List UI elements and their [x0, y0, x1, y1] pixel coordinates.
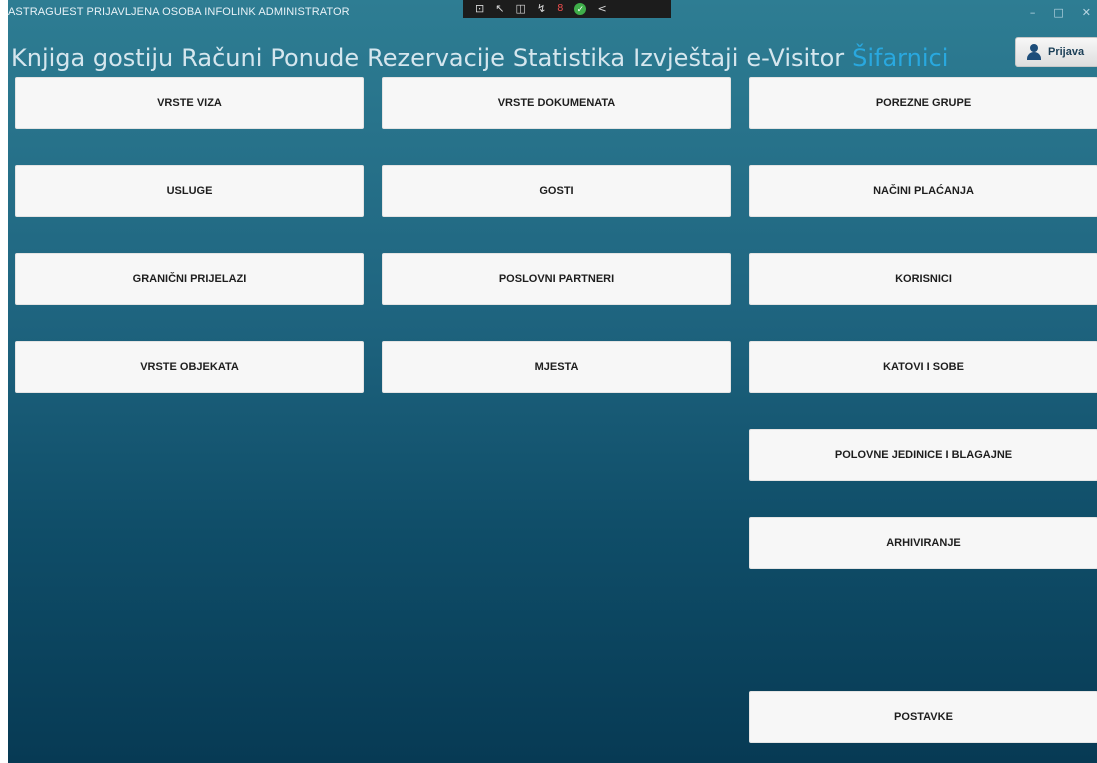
menu-rezervacije[interactable]: Rezervacije [367, 44, 505, 72]
title-bar: ASTRAGUEST PRIJAVLJENA OSOBA INFOLINK AD… [8, 0, 1097, 30]
tile-vrste-objekata[interactable]: VRSTE OBJEKATA [15, 341, 364, 393]
menu-knjiga-gostiju[interactable]: Knjiga gostiju [11, 44, 173, 72]
login-button[interactable]: Prijava [1015, 37, 1097, 67]
menu-statistika[interactable]: Statistika [513, 44, 625, 72]
close-button[interactable]: ✕ [1082, 6, 1091, 19]
login-button-label: Prijava [1048, 46, 1085, 58]
menu-racuni[interactable]: Računi [181, 44, 262, 72]
tile-poslovni-partneri[interactable]: POSLOVNI PARTNERI [382, 253, 731, 305]
tile-vrste-viza[interactable]: VRSTE VIZA [15, 77, 364, 129]
user-icon [1026, 44, 1042, 60]
tile-vrste-dokumenata[interactable]: VRSTE DOKUMENATA [382, 77, 731, 129]
menu-izvjestaji[interactable]: Izvještaji [633, 44, 738, 72]
tile-postavke[interactable]: POSTAVKE [749, 691, 1097, 743]
tile-granicni-prijelazi[interactable]: GRANIČNI PRIJELAZI [15, 253, 364, 305]
tile-korisnici[interactable]: KORISNICI [749, 253, 1097, 305]
main-menu: Knjiga gostiju Računi Ponude Rezervacije… [11, 44, 948, 72]
menu-sifarnici[interactable]: Šifarnici [852, 44, 948, 72]
tile-polovne-jedinice-i-blagajne[interactable]: POLOVNE JEDINICE I BLAGAJNE [749, 429, 1097, 481]
check-icon[interactable]: ✓ [574, 3, 587, 15]
minimize-button[interactable]: – [1030, 6, 1036, 19]
monitor-icon[interactable]: ⊡ [475, 0, 484, 18]
network-icon[interactable]: ↯ [537, 0, 546, 18]
tile-usluge[interactable]: USLUGE [15, 165, 364, 217]
pointer-icon[interactable]: ↖ [495, 0, 504, 18]
window-controls: – □ ✕ [1030, 6, 1091, 19]
window-title: ASTRAGUEST PRIJAVLJENA OSOBA INFOLINK AD… [8, 6, 350, 18]
system-tray-toolbar: ⊡ ↖ ◫ ↯ 8 ✓ < [463, 0, 671, 18]
window-icon[interactable]: ◫ [515, 0, 525, 18]
tile-arhiviranje[interactable]: ARHIVIRANJE [749, 517, 1097, 569]
notification-count[interactable]: 8 [557, 0, 563, 18]
menu-ponude[interactable]: Ponude [270, 44, 359, 72]
menu-e-visitor[interactable]: e-Visitor [746, 44, 844, 72]
chevron-left-icon[interactable]: < [597, 0, 606, 18]
tile-nacini-placanja[interactable]: NAČINI PLAĆANJA [749, 165, 1097, 217]
tile-gosti[interactable]: GOSTI [382, 165, 731, 217]
tile-katovi-i-sobe[interactable]: KATOVI I SOBE [749, 341, 1097, 393]
tile-mjesta[interactable]: MJESTA [382, 341, 731, 393]
tile-porezne-grupe[interactable]: POREZNE GRUPE [749, 77, 1097, 129]
maximize-button[interactable]: □ [1053, 6, 1063, 19]
app-window: ASTRAGUEST PRIJAVLJENA OSOBA INFOLINK AD… [8, 0, 1097, 763]
